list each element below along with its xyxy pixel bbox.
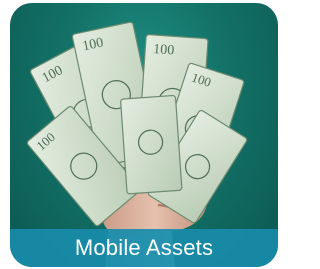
hand-holding-cash-icon: 100 100 100 100 100: [26, 21, 248, 267]
tile-caption-label: Mobile Assets: [74, 235, 214, 260]
svg-text:100: 100: [153, 42, 175, 58]
mobile-assets-tile[interactable]: 100 100 100 100 100 Mobile Assets: [10, 3, 278, 267]
tile-caption-bar[interactable]: Mobile Assets: [10, 229, 278, 267]
